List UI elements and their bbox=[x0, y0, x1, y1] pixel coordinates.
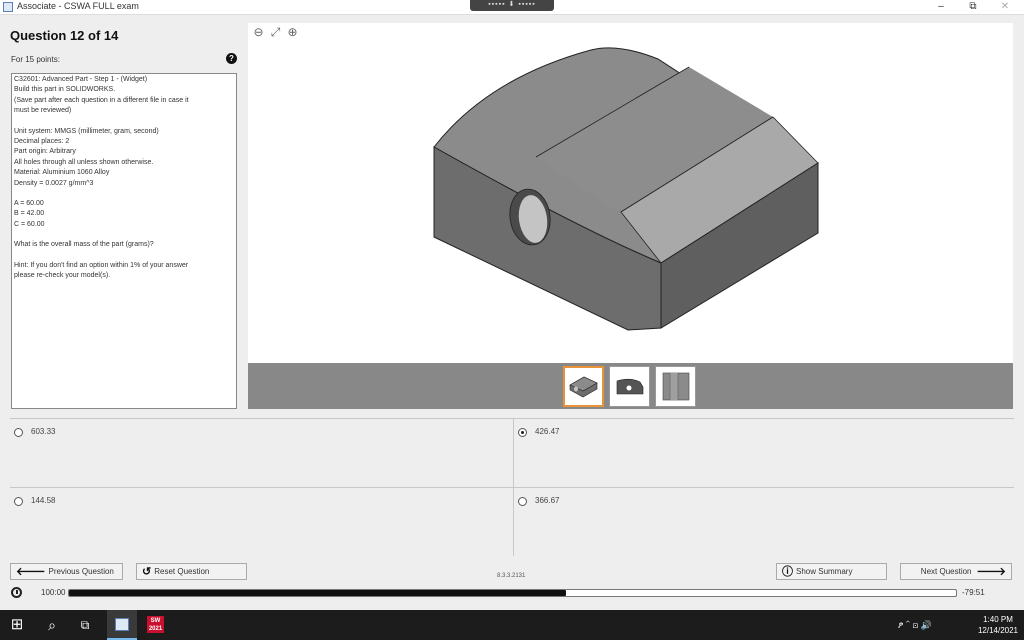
show-summary-label: Show Summary bbox=[796, 567, 853, 576]
thumbnail-front[interactable] bbox=[609, 366, 650, 407]
solidworks-taskbar-button[interactable]: SW 2021 bbox=[140, 610, 170, 640]
zoom-toolbar: ⊖ ⤢ ⊕ bbox=[251, 25, 300, 40]
window-title: Associate - CSWA FULL exam bbox=[17, 1, 139, 11]
question-line: What is the overall mass of the part (gr… bbox=[14, 241, 154, 249]
answer-value: 426.47 bbox=[535, 427, 560, 436]
question-line: Density = 0.0027 g/mm^3 bbox=[14, 179, 94, 187]
question-line: C = 60.00 bbox=[14, 220, 45, 228]
radio-button[interactable] bbox=[14, 497, 23, 506]
reset-question-label: Reset Question bbox=[154, 567, 210, 576]
system-tray-icons[interactable]: ፆ ⌃ ⊡ 🔊 bbox=[898, 610, 974, 640]
next-question-label: Next Question bbox=[920, 567, 972, 576]
previous-question-button[interactable]: 🡐 Previous Question bbox=[10, 563, 123, 580]
answer-value: 603.33 bbox=[31, 427, 56, 436]
clock-date: 12/14/2021 bbox=[977, 626, 1019, 635]
fit-view-icon[interactable]: ⤢ bbox=[268, 25, 283, 40]
task-view-icon[interactable]: ⧉ bbox=[73, 610, 97, 640]
minimize-button[interactable]: – bbox=[926, 0, 956, 15]
time-total: 100:00 bbox=[41, 588, 66, 597]
time-progress-fill bbox=[69, 590, 566, 596]
question-line: (Save part after each question in a diff… bbox=[14, 96, 189, 104]
question-title: Question 12 of 14 bbox=[10, 28, 119, 43]
zoom-out-icon[interactable]: ⊖ bbox=[251, 25, 266, 40]
exam-app-icon bbox=[115, 618, 129, 631]
radio-button-selected[interactable] bbox=[518, 428, 527, 437]
part-model-image[interactable] bbox=[248, 23, 1013, 363]
question-line: Material: Aluminium 1060 Alloy bbox=[14, 169, 110, 177]
question-line: Hint: If you don't find an option within… bbox=[14, 261, 189, 269]
restore-button[interactable]: ⧉ bbox=[958, 0, 988, 15]
windows-start-icon[interactable]: ⊞ bbox=[5, 610, 29, 640]
question-points: For 15 points: bbox=[11, 55, 60, 64]
timer-row: 100:00 -79:51 bbox=[0, 586, 1024, 602]
answer-option[interactable]: 366.67 bbox=[514, 488, 1014, 556]
window-titlebar: Associate - CSWA FULL exam ▪▪▪▪▪ ⬇ ▪▪▪▪▪… bbox=[0, 0, 1024, 15]
radio-button[interactable] bbox=[14, 428, 23, 437]
answer-value: 144.58 bbox=[31, 496, 56, 505]
taskbar-clock[interactable]: 1:40 PM 12/14/2021 bbox=[975, 614, 1021, 636]
question-line: Decimal places: 2 bbox=[14, 138, 70, 146]
answer-option[interactable]: 426.47 bbox=[514, 419, 1014, 487]
show-summary-button[interactable]: ⓘ Show Summary bbox=[776, 563, 887, 580]
question-line: A = 60.00 bbox=[14, 200, 44, 208]
exam-app-taskbar-button[interactable] bbox=[107, 610, 137, 640]
question-line: Unit system: MMGS (millimeter, gram, sec… bbox=[14, 127, 159, 135]
time-remaining: -79:51 bbox=[962, 588, 985, 597]
windows-taskbar: ⊞ ⌕ ⧉ SW 2021 ፆ ⌃ ⊡ 🔊 1:40 PM 12/14/2021 bbox=[0, 610, 1024, 640]
question-line: B = 42.00 bbox=[14, 210, 45, 218]
model-viewer[interactable]: ⊖ ⤢ ⊕ bbox=[248, 23, 1013, 409]
answer-options: 603.33 426.47 144.58 366.67 bbox=[10, 418, 1014, 556]
question-line: All holes through all unless shown other… bbox=[14, 158, 154, 166]
radio-button[interactable] bbox=[518, 497, 527, 506]
previous-question-label: Previous Question bbox=[48, 567, 114, 576]
version-label: 8.3.3.2131 bbox=[497, 573, 526, 579]
zoom-in-icon[interactable]: ⊕ bbox=[285, 25, 300, 40]
arrow-left-icon: 🡐 bbox=[16, 566, 46, 578]
question-line: Part origin: Arbitrary bbox=[14, 148, 76, 156]
question-line: must be reviewed) bbox=[14, 107, 72, 115]
arrow-right-icon: 🡒 bbox=[976, 566, 1007, 578]
time-progress-bar bbox=[68, 589, 957, 597]
clock-time: 1:40 PM bbox=[983, 615, 1013, 624]
solidworks-icon: SW 2021 bbox=[147, 616, 164, 633]
answer-option[interactable]: 144.58 bbox=[10, 488, 513, 556]
reset-icon: ↺ bbox=[142, 566, 152, 578]
answer-option[interactable]: 603.33 bbox=[10, 419, 513, 487]
question-line: please re-check your model(s). bbox=[14, 272, 111, 280]
question-panel: Question 12 of 14 For 15 points: ? C3260… bbox=[0, 16, 244, 410]
drag-handle[interactable]: ▪▪▪▪▪ ⬇ ▪▪▪▪▪ bbox=[470, 0, 554, 11]
thumbnail-strip bbox=[248, 363, 1013, 409]
divider bbox=[10, 487, 1014, 488]
search-icon[interactable]: ⌕ bbox=[40, 610, 64, 640]
clock-icon bbox=[11, 587, 22, 598]
reset-question-button[interactable]: ↺ Reset Question bbox=[136, 563, 247, 580]
question-line: Build this part in SOLIDWORKS. bbox=[14, 86, 116, 94]
thumbnail-isometric[interactable] bbox=[563, 366, 604, 407]
app-icon bbox=[3, 2, 13, 12]
next-question-button[interactable]: Next Question 🡒 bbox=[900, 563, 1012, 580]
question-line: C32601: Advanced Part - Step 1 - (Widget… bbox=[14, 76, 148, 83]
thumbnail-top[interactable] bbox=[655, 366, 696, 407]
answer-value: 366.67 bbox=[535, 496, 560, 505]
question-circle-icon[interactable]: ? bbox=[226, 53, 237, 64]
close-button[interactable]: ✕ bbox=[990, 0, 1020, 15]
info-icon: ⓘ bbox=[782, 566, 793, 578]
question-text-box[interactable]: C32601: Advanced Part - Step 1 - (Widget… bbox=[11, 73, 237, 409]
